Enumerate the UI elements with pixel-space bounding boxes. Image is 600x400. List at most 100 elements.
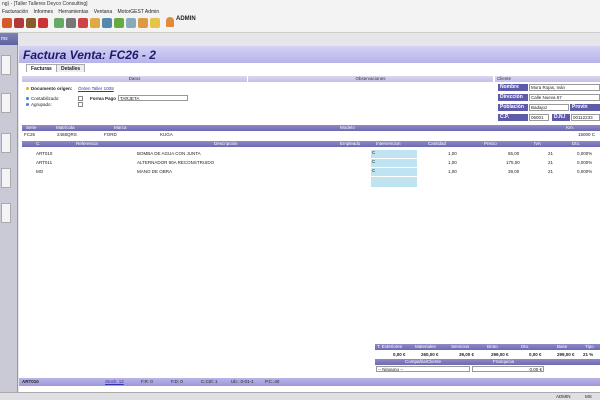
bottom-user: ADMIN: [556, 394, 571, 399]
compania-select[interactable]: -- Ninguno --: [376, 366, 470, 372]
franquicia-field[interactable]: 0,00 €: [472, 366, 544, 372]
cell-desc[interactable]: BOMBA DE AGUA CON JUNTA: [137, 151, 201, 156]
tools-icon[interactable]: [66, 18, 76, 28]
dni-label: D.N.I: [552, 114, 570, 121]
col-dto: Dto.: [572, 141, 581, 146]
status-fr: F.R: 0: [141, 379, 153, 384]
modelo-value[interactable]: KUGA: [160, 132, 173, 137]
cell-dto[interactable]: 0,000%: [577, 169, 592, 174]
contabilizado-checkbox[interactable]: [78, 96, 83, 101]
col-iva: IVA: [534, 141, 541, 146]
cell-dto[interactable]: 0,000%: [577, 151, 592, 156]
cell-ref[interactable]: ART010: [36, 151, 52, 156]
col-serie: Serie: [26, 125, 37, 130]
th-dto: Dto.: [521, 344, 530, 349]
status-ub: Ub.: 0-01-1: [231, 379, 254, 384]
document-icon[interactable]: [102, 18, 112, 28]
nombre-field[interactable]: Mora Rojas, Iván: [529, 84, 600, 91]
status-stock[interactable]: Stock: 12: [105, 379, 124, 384]
cell-cant[interactable]: 1,00: [448, 160, 457, 165]
status-pc: P.C.:40: [265, 379, 280, 384]
cell-precio[interactable]: 175,00: [506, 160, 520, 165]
th-materiales: Materiales: [415, 344, 436, 349]
user-label: ADMIN: [176, 16, 196, 22]
total-exteriores: 0,00 €: [393, 352, 406, 357]
total-bruto: 299,00 €: [491, 352, 509, 357]
panel-box[interactable]: [1, 133, 11, 153]
car-icon[interactable]: [14, 18, 24, 28]
panel-box[interactable]: [1, 168, 11, 188]
invoice-header: Factura Venta: FC26 - 2: [19, 46, 600, 63]
calendar-icon[interactable]: [150, 18, 160, 28]
package-icon[interactable]: [90, 18, 100, 28]
provincia-label: Provin: [570, 104, 600, 111]
status-cctrl: C.Ctrl: 1: [201, 379, 218, 384]
section-observaciones: Observaciones: [248, 76, 493, 82]
panel-box[interactable]: [1, 93, 11, 113]
cell-cant[interactable]: 1,00: [448, 169, 457, 174]
serie-value[interactable]: FC26: [24, 132, 35, 137]
cell-iva[interactable]: 21: [548, 169, 553, 174]
th-exteriores: T. Exteriores: [377, 344, 403, 349]
repair-icon[interactable]: [78, 18, 88, 28]
panel-box[interactable]: [1, 203, 11, 223]
toolbar: [0, 15, 600, 33]
cell-precio[interactable]: 85,00: [508, 151, 519, 156]
documento-link[interactable]: Órden Taller 1008: [78, 86, 114, 91]
invoice-icon[interactable]: [2, 18, 12, 28]
cell-ref[interactable]: MO: [36, 169, 43, 174]
km-value[interactable]: 15000 C: [578, 132, 595, 137]
poblacion-field[interactable]: Badajoz: [529, 104, 569, 111]
cell-precio[interactable]: 39,00: [508, 169, 519, 174]
poblacion-label: Población: [498, 104, 528, 111]
cell-interv[interactable]: C: [371, 159, 417, 167]
vehicle-icon[interactable]: [38, 18, 48, 28]
user-icon[interactable]: [166, 17, 174, 27]
garage-icon[interactable]: [26, 18, 36, 28]
tab-facturas[interactable]: Facturas: [26, 64, 57, 72]
matricula-value[interactable]: 2468QRS: [57, 132, 77, 137]
col-intervencion: Intervencion: [376, 141, 401, 146]
section-datos: Datos: [22, 76, 247, 82]
agrupado-label: Agrupado:: [31, 102, 52, 107]
col-c: C.: [36, 141, 41, 146]
cell-iva[interactable]: 21: [548, 151, 553, 156]
cell-interv[interactable]: C: [371, 150, 417, 158]
window-title: ng) - [Taller Talleres Deyco Consulting]: [0, 0, 600, 8]
direccion-field[interactable]: Calle Nueva 67: [529, 94, 600, 101]
lines-header: C. Referencia Descripción Empleado Inter…: [22, 141, 600, 147]
status-bar: ART010 Stock: 12 F.R: 0 F.D: 0 C.Ctrl: 1…: [19, 378, 600, 386]
edit-icon[interactable]: [54, 18, 64, 28]
marca-value[interactable]: FORD: [104, 132, 117, 137]
vehicle-header: Serie Matrícula Marca Modelo Km.: [22, 125, 600, 131]
col-referencia: Referencia: [76, 141, 98, 146]
cell-desc[interactable]: MANO DE OBRA: [137, 169, 172, 174]
franquicia-label: Franquicia: [493, 359, 515, 364]
forma-pago-select[interactable]: TARJETA: [118, 95, 188, 101]
left-panel-header: ms: [0, 33, 18, 45]
tab-detalles[interactable]: Detalles: [56, 64, 86, 72]
cell-dto[interactable]: 0,000%: [577, 160, 592, 165]
total-materiales: 260,00 €: [421, 352, 439, 357]
col-precio: Precio: [484, 141, 497, 146]
cell-interv[interactable]: C: [371, 168, 417, 176]
agrupado-checkbox[interactable]: [78, 102, 83, 107]
forma-pago-label: Forma Pago: [90, 96, 117, 101]
cp-field[interactable]: 06001: [529, 114, 549, 121]
interv-column-fill: [371, 177, 417, 187]
cell-ref[interactable]: ART011: [36, 160, 52, 165]
cell-cant[interactable]: 1,00: [448, 151, 457, 156]
th-tipo: Tipo: [585, 344, 594, 349]
panel-box[interactable]: [1, 55, 11, 75]
folder-icon[interactable]: [138, 18, 148, 28]
total-servicios: 39,00 €: [459, 352, 475, 357]
th-servicios: Servicios: [451, 344, 470, 349]
clipboard-icon[interactable]: [126, 18, 136, 28]
info-icon: [26, 97, 29, 100]
info-icon: [26, 103, 29, 106]
check-icon[interactable]: [114, 18, 124, 28]
nombre-label: Nombre: [498, 84, 528, 91]
dni-field[interactable]: 00112233: [571, 114, 600, 121]
cell-iva[interactable]: 21: [548, 160, 553, 165]
cell-desc[interactable]: ALTERNADOR 90A RECONSTRUIDO: [137, 160, 214, 165]
